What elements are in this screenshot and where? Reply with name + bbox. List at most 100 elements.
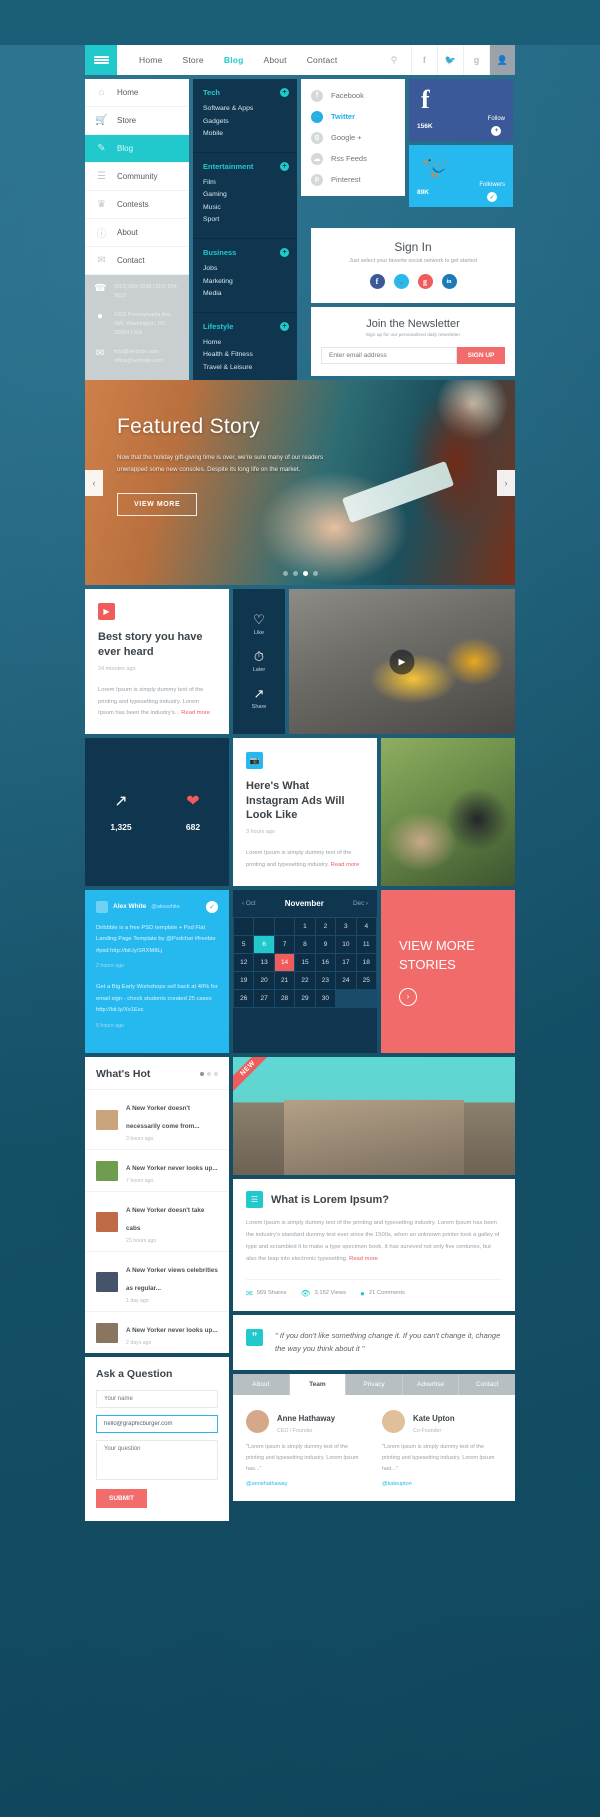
- social-item-google-plus[interactable]: g Google +: [301, 127, 405, 148]
- shares-meta[interactable]: ✉ 569 Shares: [246, 1289, 286, 1298]
- list-item[interactable]: A New Yorker never looks up... 2 days ag…: [85, 1311, 229, 1353]
- best-story-read-more[interactable]: Read more: [181, 710, 210, 716]
- twitter-icon[interactable]: 🐦: [437, 45, 463, 75]
- arrow-right-icon[interactable]: ›: [399, 987, 417, 1006]
- calendar-day[interactable]: 21: [274, 971, 295, 989]
- submit-button[interactable]: SUBMIT: [96, 1489, 147, 1509]
- search-icon[interactable]: ⚲: [377, 45, 411, 75]
- calendar-day[interactable]: 11: [356, 935, 376, 953]
- slider-dot[interactable]: [282, 571, 288, 577]
- sidebar-item-about[interactable]: ⓘ About: [85, 219, 189, 247]
- ask-question-textarea[interactable]: [96, 1440, 218, 1481]
- calendar-day[interactable]: 30: [315, 989, 336, 1007]
- likes-stat[interactable]: ❤ 682: [157, 791, 229, 832]
- mega-link[interactable]: Travel & Leisure: [203, 362, 287, 375]
- ask-name-input[interactable]: [96, 1390, 218, 1409]
- social-item-twitter[interactable]: 🐦 Twitter: [301, 106, 405, 127]
- plus-icon[interactable]: +: [280, 247, 289, 257]
- topnav-item-contact[interactable]: Contact: [307, 55, 338, 65]
- facebook-icon[interactable]: f: [411, 45, 437, 75]
- calendar-day[interactable]: 20: [254, 971, 274, 989]
- slider-prev-arrow[interactable]: ‹: [85, 469, 103, 496]
- social-item-facebook[interactable]: f Facebook: [301, 85, 405, 106]
- sidebar-item-home[interactable]: ⌂ Home: [85, 79, 189, 107]
- google-plus-icon[interactable]: g: [463, 45, 489, 75]
- ask-email-input[interactable]: [96, 1415, 218, 1434]
- list-item[interactable]: A New Yorker doesn't take cabs 23 hours …: [85, 1191, 229, 1251]
- article-read-more[interactable]: Read more: [349, 1256, 378, 1262]
- slider-next-arrow[interactable]: ›: [497, 469, 515, 496]
- mega-link[interactable]: Mobile: [203, 128, 287, 141]
- mega-link[interactable]: Software & Apps: [203, 103, 287, 116]
- slider-dot-active[interactable]: [302, 571, 308, 577]
- calendar-day[interactable]: 26: [234, 989, 254, 1007]
- calendar-day[interactable]: 3: [336, 917, 356, 935]
- plus-icon[interactable]: +: [280, 161, 289, 171]
- list-item[interactable]: A New Yorker doesn't necessarily come fr…: [85, 1089, 229, 1149]
- calendar-day[interactable]: 8: [295, 935, 315, 953]
- later-action[interactable]: ⏱ Later: [253, 650, 266, 673]
- calendar-day[interactable]: 4: [356, 917, 376, 935]
- social-item-pinterest[interactable]: p Pinterest: [301, 169, 405, 190]
- facebook-follow-action[interactable]: Follow +: [488, 116, 505, 136]
- plus-icon[interactable]: +: [280, 88, 289, 97]
- social-item-rss[interactable]: ☁ Rss Feeds: [301, 148, 405, 169]
- list-item[interactable]: A New Yorker never looks up... 7 hours a…: [85, 1149, 229, 1191]
- tab-team[interactable]: Team: [289, 1374, 347, 1396]
- member-handle[interactable]: @kateupton: [382, 1481, 502, 1487]
- tab-about[interactable]: About: [233, 1374, 290, 1396]
- topnav-item-home[interactable]: Home: [139, 55, 162, 65]
- mega-link[interactable]: Health & Fitness: [203, 349, 287, 362]
- tab-contact[interactable]: Contact: [459, 1374, 515, 1395]
- calendar-day[interactable]: 2: [315, 917, 336, 935]
- newsletter-signup-button[interactable]: SIGN UP: [457, 347, 505, 365]
- calendar-day[interactable]: 13: [254, 953, 274, 971]
- mega-link[interactable]: Sport: [203, 214, 287, 227]
- plus-icon[interactable]: +: [280, 321, 289, 331]
- calendar-day[interactable]: 6: [254, 935, 274, 953]
- hamburger-icon[interactable]: [85, 45, 117, 75]
- calendar-day[interactable]: 7: [274, 935, 295, 953]
- list-item[interactable]: A New Yorker views celebrities as regula…: [85, 1251, 229, 1311]
- share-action[interactable]: ↗ Share: [252, 687, 267, 710]
- dot[interactable]: [200, 1072, 204, 1077]
- calendar-day[interactable]: 12: [234, 953, 254, 971]
- signin-twitter-button[interactable]: 🐦: [393, 274, 409, 290]
- calendar-day[interactable]: 14: [274, 953, 295, 971]
- instagram-read-more[interactable]: Read more: [331, 862, 360, 868]
- twitter-follow-card[interactable]: 🐦 89K Followers ✓: [409, 145, 513, 207]
- calendar-day[interactable]: 19: [234, 971, 254, 989]
- mega-link[interactable]: Media: [203, 288, 287, 301]
- like-action[interactable]: ♡ Like: [253, 613, 265, 636]
- tab-advertise[interactable]: Advertise: [403, 1374, 460, 1396]
- mega-link[interactable]: Music: [203, 202, 287, 215]
- calendar-next-month[interactable]: Dec ›: [353, 900, 368, 907]
- mega-link[interactable]: Jobs: [203, 263, 287, 276]
- featured-view-more-button[interactable]: VIEW MORE: [117, 492, 198, 516]
- calendar-prev-month[interactable]: ‹ Oct: [242, 900, 256, 907]
- sidebar-item-contact[interactable]: ✉ Contact: [85, 247, 189, 275]
- sidebar-item-community[interactable]: ☰ Community: [85, 163, 189, 191]
- mega-link[interactable]: Gadgets: [203, 116, 287, 129]
- calendar-day[interactable]: 25: [356, 971, 376, 989]
- calendar-day[interactable]: 16: [315, 953, 336, 971]
- sidebar-item-blog[interactable]: ✎ Blog: [85, 135, 189, 163]
- tab-privacy[interactable]: Privacy: [346, 1374, 403, 1396]
- calendar-day[interactable]: 23: [315, 971, 336, 989]
- calendar-day[interactable]: 9: [315, 935, 336, 953]
- sidebar-item-store[interactable]: 🛒 Store: [85, 107, 189, 135]
- slider-dot[interactable]: [312, 571, 318, 577]
- views-meta[interactable]: 👁 3,152 Views: [300, 1289, 346, 1298]
- member-handle[interactable]: @annehathaway: [246, 1481, 366, 1487]
- calendar-day[interactable]: 10: [336, 935, 356, 953]
- mega-link[interactable]: Gaming: [203, 189, 287, 202]
- calendar-day[interactable]: 18: [356, 953, 376, 971]
- play-icon[interactable]: ▶: [389, 649, 415, 675]
- slider-dot[interactable]: [292, 571, 298, 577]
- shares-stat[interactable]: ↗ 1,325: [85, 791, 157, 832]
- view-more-stories-panel[interactable]: VIEW MORE STORIES ›: [381, 889, 515, 1054]
- calendar-day[interactable]: 15: [295, 953, 315, 971]
- dot[interactable]: [214, 1072, 218, 1077]
- signin-linkedin-button[interactable]: in: [441, 274, 457, 290]
- topnav-item-blog[interactable]: Blog: [224, 55, 244, 65]
